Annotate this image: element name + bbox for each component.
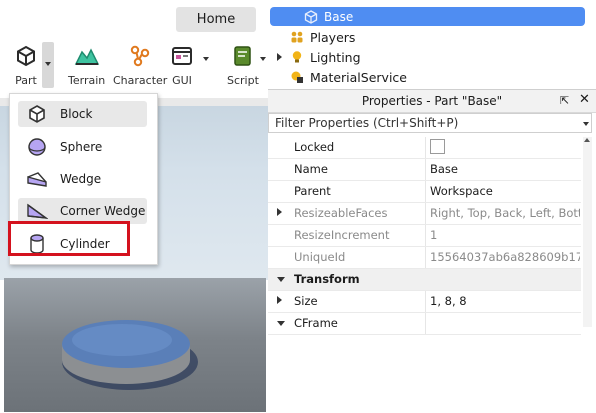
expand-arrow-icon[interactable]	[277, 296, 282, 304]
property-name: Name	[294, 162, 328, 176]
property-row-parent[interactable]: Parent Workspace	[268, 181, 581, 203]
cylinder-base-part[interactable]	[4, 278, 266, 412]
explorer-item-players-label: Players	[310, 29, 356, 45]
property-row-name[interactable]: Name Base	[268, 159, 581, 181]
chevron-down-icon	[45, 62, 51, 66]
property-name: ResizeIncrement	[294, 228, 390, 242]
terrain-icon	[74, 48, 99, 65]
property-row-resizeablefaces[interactable]: ResizeableFaces Right, Top, Back, Left, …	[268, 203, 581, 225]
property-name: Parent	[294, 184, 331, 198]
property-row-resizeincrement[interactable]: ResizeIncrement 1	[268, 225, 581, 247]
part-icon	[17, 45, 35, 67]
players-icon	[291, 31, 303, 43]
menu-item-corner-wedge-label: Corner Wedge	[60, 204, 146, 218]
home-tab-label: Home	[196, 12, 236, 27]
property-name: UniqueId	[294, 250, 346, 264]
property-value: Right, Top, Back, Left, Bott...	[430, 206, 580, 220]
section-header-transform[interactable]: Transform	[268, 269, 581, 291]
part-tool-label: Part	[15, 74, 37, 87]
script-icon	[234, 46, 251, 66]
property-name: ResizeableFaces	[294, 206, 388, 220]
block-icon	[26, 103, 48, 125]
cylinder-highlight-box	[8, 221, 130, 256]
menu-item-block[interactable]: Block	[18, 101, 147, 127]
properties-scrollbar[interactable]	[583, 137, 592, 327]
property-name: Locked	[294, 140, 335, 154]
gui-tool-label: GUI	[172, 74, 192, 87]
filter-properties-placeholder: Filter Properties (Ctrl+Shift+P)	[275, 116, 459, 130]
properties-title-bar: Properties - Part "Base" ⇱ ✕	[268, 90, 596, 113]
lightbulb-icon	[292, 51, 302, 63]
explorer-item-lighting[interactable]: Lighting	[268, 47, 596, 67]
property-value[interactable]: Base	[430, 162, 580, 176]
explorer-item-players[interactable]: Players	[268, 27, 596, 47]
properties-panel: Properties - Part "Base" ⇱ ✕ Filter Prop…	[268, 89, 596, 413]
explorer-item-materialservice[interactable]: MaterialService	[268, 67, 596, 87]
property-name: CFrame	[294, 316, 338, 330]
script-chevron-down-icon[interactable]	[260, 57, 266, 61]
expand-arrow-icon[interactable]	[277, 53, 282, 61]
property-row-uniqueid[interactable]: UniqueId 15564037ab6a828609b170...	[268, 247, 581, 269]
corner-wedge-icon	[26, 200, 48, 222]
part-tool-button[interactable]: Part	[14, 44, 38, 87]
script-tool-button[interactable]: Script	[227, 44, 259, 87]
undock-icon[interactable]: ⇱	[560, 94, 569, 107]
property-value: 15564037ab6a828609b170...	[430, 250, 580, 264]
explorer-item-materialservice-label: MaterialService	[310, 69, 407, 85]
expand-arrow-icon[interactable]	[277, 208, 282, 216]
part-cube-icon	[304, 9, 318, 24]
sphere-icon	[26, 136, 48, 158]
scroll-up-arrow-icon[interactable]	[584, 138, 590, 142]
wedge-icon	[26, 168, 48, 190]
home-tab[interactable]: Home	[176, 7, 256, 32]
character-icon	[130, 45, 150, 67]
menu-item-wedge[interactable]: Wedge	[18, 166, 147, 192]
explorer-item-base[interactable]: Base	[270, 7, 585, 26]
material-service-icon	[291, 71, 303, 83]
gui-icon	[172, 47, 192, 65]
property-name: Size	[294, 294, 318, 308]
menu-item-sphere[interactable]: Sphere	[18, 134, 147, 160]
character-tool-button[interactable]: Character	[113, 44, 167, 87]
properties-title: Properties - Part "Base"	[361, 94, 503, 108]
property-row-locked[interactable]: Locked	[268, 137, 581, 159]
property-value: 1	[430, 228, 438, 242]
gui-tool-button[interactable]: GUI	[170, 44, 194, 87]
collapse-arrow-icon[interactable]	[277, 277, 285, 282]
section-title: Transform	[294, 272, 360, 286]
property-row-cframe[interactable]: CFrame	[268, 313, 581, 335]
explorer-item-base-label: Base	[324, 9, 354, 24]
part-dropdown-toggle[interactable]	[42, 42, 54, 88]
menu-item-sphere-label: Sphere	[60, 140, 103, 154]
collapse-arrow-icon[interactable]	[277, 321, 285, 326]
gui-chevron-down-icon[interactable]	[203, 57, 209, 61]
menu-item-block-label: Block	[60, 107, 93, 121]
terrain-tool-label: Terrain	[68, 74, 106, 87]
property-value[interactable]: 1, 8, 8	[430, 294, 580, 308]
close-icon[interactable]: ✕	[579, 92, 590, 107]
menu-item-wedge-label: Wedge	[60, 172, 102, 186]
terrain-tool-button[interactable]: Terrain	[68, 44, 105, 87]
viewport-3d-scene[interactable]	[4, 278, 266, 412]
explorer-item-lighting-label: Lighting	[310, 49, 361, 65]
studio-left-area: Home Part Terrain Character GUI Script B…	[0, 0, 268, 412]
script-tool-label: Script	[227, 74, 259, 87]
locked-checkbox[interactable]	[430, 139, 445, 154]
property-row-size[interactable]: Size 1, 8, 8	[268, 291, 581, 313]
filter-properties-input[interactable]: Filter Properties (Ctrl+Shift+P)	[268, 113, 592, 133]
character-tool-label: Character	[113, 74, 168, 87]
filter-chevron-down-icon[interactable]	[583, 122, 589, 126]
property-value[interactable]: Workspace	[430, 184, 580, 198]
